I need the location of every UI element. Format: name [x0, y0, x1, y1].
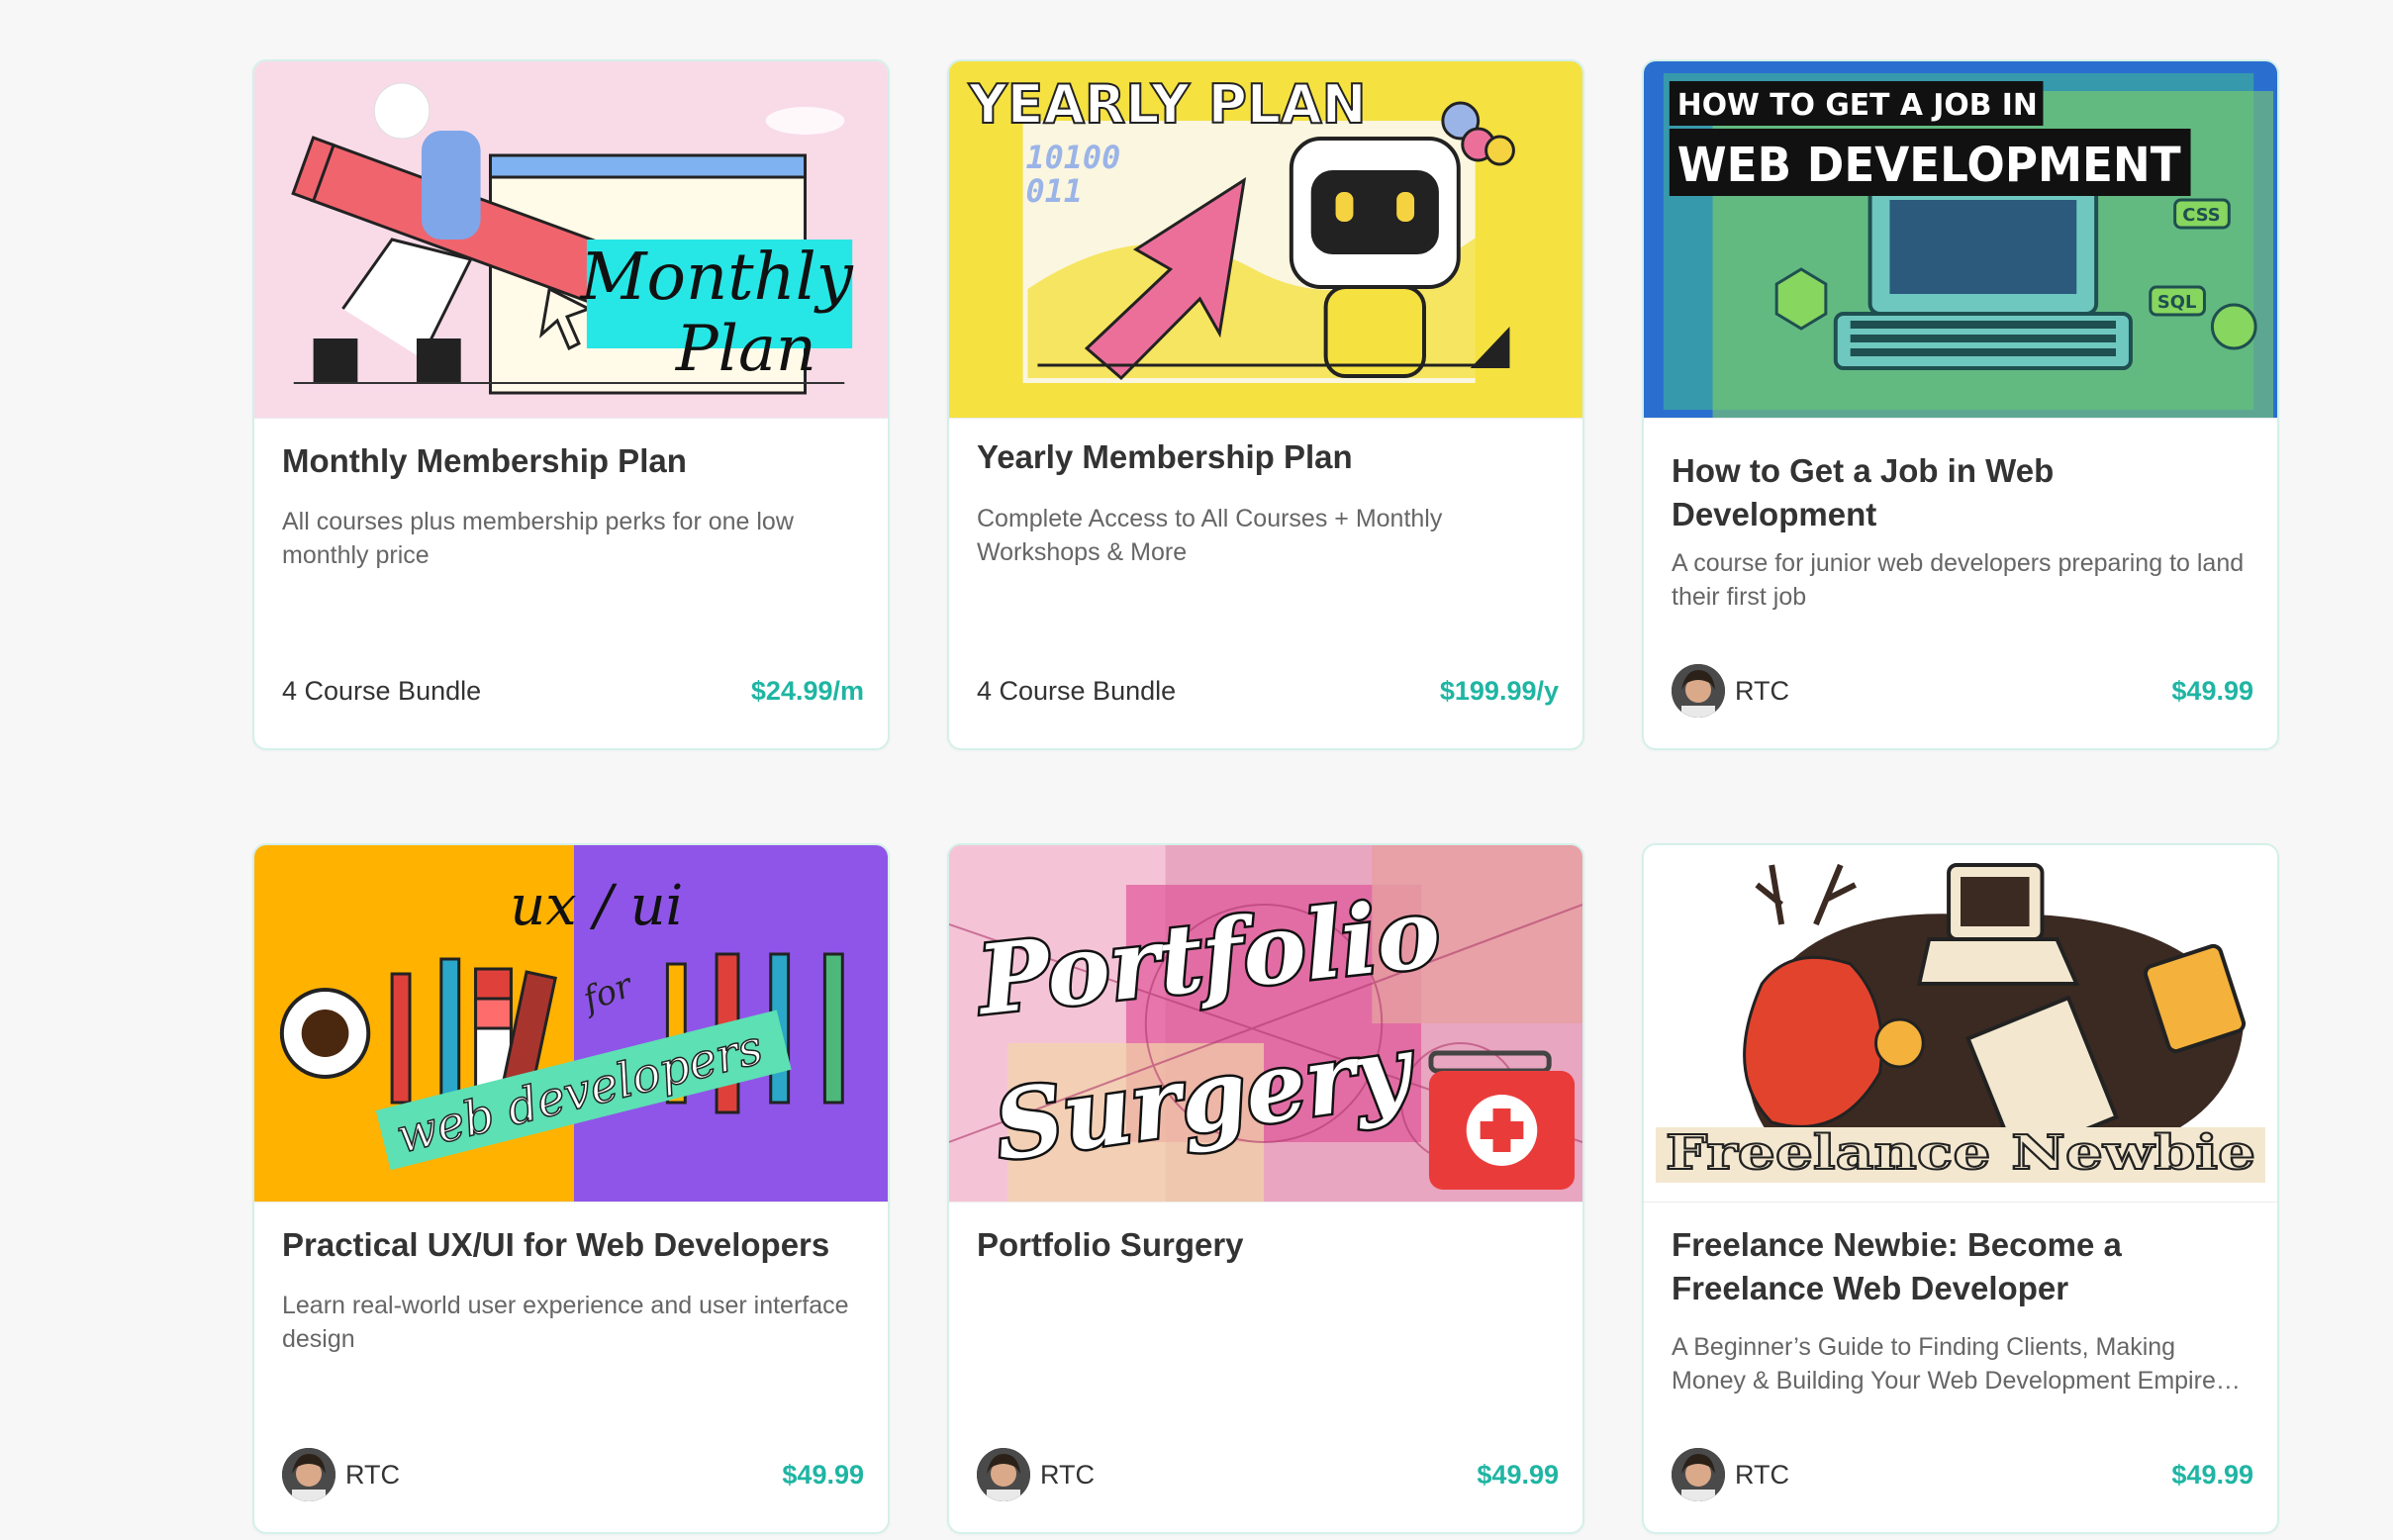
course-thumbnail[interactable]: Portfolio Surgery	[949, 845, 1582, 1203]
course-card-practical-ux-ui[interactable]: ux / ui for web developers Practical UX/…	[252, 843, 890, 1534]
course-thumbnail[interactable]: ux / ui for web developers	[254, 845, 888, 1203]
thumb-text-binary-1: 10100	[1026, 139, 1121, 176]
author[interactable]: RTC	[1672, 664, 1789, 718]
thumb-text-monthly: Monthly	[579, 239, 853, 315]
course-description: All courses plus membership perks for on…	[282, 508, 794, 569]
course-title[interactable]: Freelance Newbie: Become a Freelance Web…	[1672, 1223, 2249, 1310]
author-avatar	[1672, 1448, 1725, 1501]
price: $24.99/m	[750, 675, 864, 706]
course-title[interactable]: How to Get a Job in Web Development	[1672, 449, 2249, 536]
course-thumbnail[interactable]: Freelance Newbie	[1644, 845, 2277, 1203]
bundle-label: 4 Course Bundle	[977, 675, 1177, 706]
course-description: Complete Access to All Courses + Monthly…	[977, 505, 1443, 566]
card-footer: RTC $49.99	[282, 1447, 864, 1502]
price: $49.99	[2171, 675, 2253, 706]
thumb-text-freelance-newbie: Freelance Newbie	[1666, 1125, 2255, 1181]
card-footer: 4 Course Bundle $199.99/y	[977, 663, 1559, 719]
thumb-text-web-development: WEB DEVELOPMENT	[1677, 139, 2181, 193]
thumb-text-yearly-plan: YEARLY PLAN	[968, 73, 1367, 136]
author-name: RTC	[1735, 675, 1790, 706]
course-description: A Beginner’s Guide to Finding Clients, M…	[1672, 1333, 2241, 1395]
card-footer: RTC $49.99	[977, 1447, 1559, 1502]
author-avatar	[282, 1448, 335, 1501]
card-footer: RTC $49.99	[1672, 663, 2253, 719]
course-card-yearly-membership[interactable]: YEARLY PLAN 10100 011 Yearly Membership …	[947, 59, 1584, 750]
course-thumbnail[interactable]: YEARLY PLAN 10100 011	[949, 61, 1582, 419]
price: $49.99	[1477, 1459, 1559, 1490]
price: $49.99	[2171, 1459, 2253, 1490]
course-card-job-web-development[interactable]: CSS SQL HOW TO GET A JOB IN WEB DEVELOPM…	[1642, 59, 2279, 750]
thumb-text-how-to-get-a-job: HOW TO GET A JOB IN	[1677, 88, 2038, 123]
author[interactable]: RTC	[977, 1448, 1095, 1501]
price: $49.99	[782, 1459, 864, 1490]
author-name: RTC	[1040, 1459, 1096, 1490]
thumb-text-sql: SQL	[2157, 292, 2196, 313]
course-card-freelance-newbie[interactable]: Freelance Newbie Freelance Newbie: Becom…	[1642, 843, 2279, 1534]
course-thumbnail[interactable]: CSS SQL HOW TO GET A JOB IN WEB DEVELOPM…	[1644, 61, 2277, 419]
thumb-text-plan: Plan	[675, 313, 816, 386]
thumb-text-ux-ui: ux / ui	[510, 874, 683, 938]
course-card-monthly-membership[interactable]: Monthly Plan Monthly Membership Plan All…	[252, 59, 890, 750]
author[interactable]: RTC	[282, 1448, 400, 1501]
course-description: A course for junior web developers prepa…	[1672, 549, 2245, 611]
author-name: RTC	[345, 1459, 401, 1490]
thumb-text-css: CSS	[2182, 205, 2220, 226]
course-title[interactable]: Practical UX/UI for Web Developers	[282, 1223, 860, 1267]
course-card-portfolio-surgery[interactable]: Portfolio Surgery Portfolio Surgery RTC …	[947, 843, 1584, 1534]
author[interactable]: RTC	[1672, 1448, 1789, 1501]
course-title[interactable]: Portfolio Surgery	[977, 1223, 1555, 1267]
thumb-text-binary-2: 011	[1026, 172, 1083, 210]
card-footer: RTC $49.99	[1672, 1447, 2253, 1502]
card-footer: 4 Course Bundle $24.99/m	[282, 663, 864, 719]
course-title[interactable]: Yearly Membership Plan	[977, 435, 1555, 479]
bundle-label: 4 Course Bundle	[282, 675, 482, 706]
course-thumbnail[interactable]: Monthly Plan	[254, 61, 888, 419]
author-name: RTC	[1735, 1459, 1790, 1490]
author-avatar	[1672, 664, 1725, 718]
author-avatar	[977, 1448, 1030, 1501]
price: $199.99/y	[1439, 675, 1559, 706]
course-title[interactable]: Monthly Membership Plan	[282, 439, 860, 483]
course-description: Learn real-world user experience and use…	[282, 1292, 849, 1353]
